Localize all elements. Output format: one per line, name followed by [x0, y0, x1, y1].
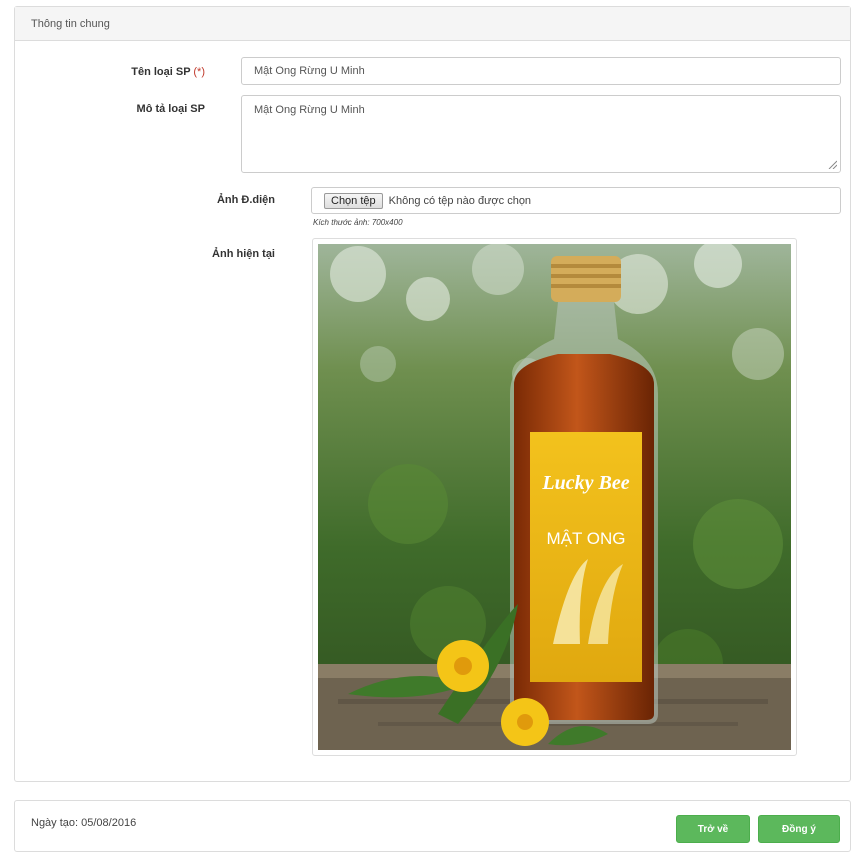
created-date: Ngày tạo: 05/08/2016	[31, 817, 137, 829]
resize-handle-icon[interactable]	[827, 159, 837, 169]
choose-file-button[interactable]: Chọn tệp	[324, 192, 383, 209]
submit-button[interactable]: Đồng ý	[758, 815, 840, 843]
bottle-title-text: MẬT ONG	[546, 529, 625, 548]
image-size-hint: Kích thước ảnh: 700x400	[313, 218, 403, 227]
form-footer: Ngày tạo: 05/08/2016 Trở về Đồng ý	[14, 800, 851, 852]
back-button[interactable]: Trở về	[676, 815, 750, 843]
name-label: Tên loại SP (*)	[131, 66, 205, 78]
description-label: Mô tả loại SP	[136, 103, 205, 115]
description-textarea[interactable]: Mật Ong Rừng U Minh	[241, 95, 841, 173]
image-file-input[interactable]: Chọn tệp Không có tệp nào được chọn	[311, 187, 841, 214]
name-input[interactable]: Mật Ong Rừng U Minh	[241, 57, 841, 85]
image-label: Ảnh Đ.diện	[216, 194, 275, 206]
honey-bottle-image: Lucky Bee MẬT ONG	[318, 244, 791, 750]
file-status: Không có tệp nào được chọn	[388, 194, 532, 207]
current-image-thumbnail: Lucky Bee MẬT ONG	[312, 238, 797, 756]
panel-heading: Thông tin chung	[15, 7, 850, 41]
current-image-label: Ảnh hiện tại	[212, 248, 275, 260]
required-mark: (*)	[193, 66, 205, 78]
bottle-brand-text: Lucky Bee	[541, 472, 629, 494]
